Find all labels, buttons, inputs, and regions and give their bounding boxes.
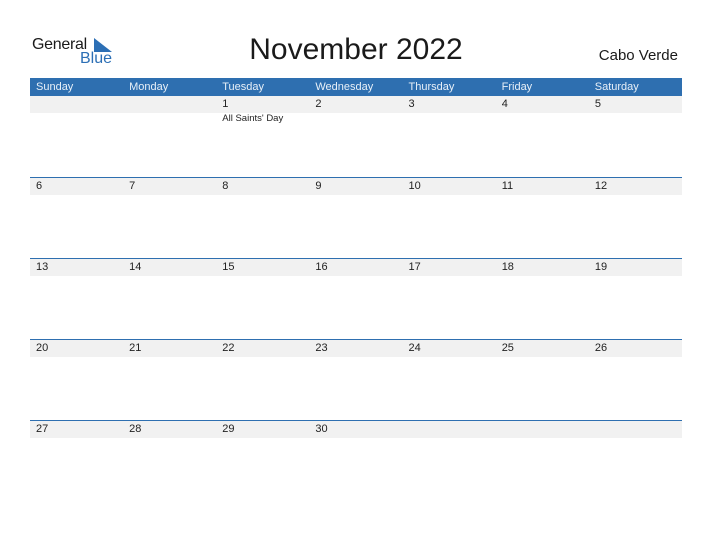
day-number: 21 — [129, 342, 142, 354]
day-cell — [403, 421, 496, 502]
day-number: 26 — [594, 342, 608, 354]
day-cell: 9 — [309, 178, 402, 259]
week-row: 27 28 29 30 — [30, 420, 682, 502]
day-number: 3 — [408, 98, 415, 110]
day-number: 12 — [594, 180, 608, 192]
day-cell: 15 — [216, 259, 309, 340]
weekday-wednesday: Wednesday — [315, 81, 374, 93]
day-cell — [496, 421, 589, 502]
day-cell: 29 — [216, 421, 309, 502]
day-number: 7 — [129, 180, 136, 192]
day-cell: 25 — [496, 340, 589, 421]
week-row: 6 7 8 9 10 11 12 — [30, 177, 682, 259]
day-cell: 5 — [589, 96, 682, 177]
day-cell: 7 — [123, 178, 216, 259]
day-number — [129, 96, 216, 113]
day-number — [502, 421, 589, 438]
day-number: 22 — [222, 342, 235, 354]
holiday-label: All Saints' Day — [222, 113, 284, 124]
day-number: 4 — [501, 98, 508, 110]
day-cell: 6 — [30, 178, 123, 259]
country-label: Cabo Verde — [598, 47, 678, 64]
weekday-header: Sunday Monday Tuesday Wednesday Thursday… — [30, 78, 682, 96]
day-cell: 20 — [30, 340, 123, 421]
day-number: 1 — [222, 98, 229, 110]
day-cell: 11 — [496, 178, 589, 259]
week-row: 1 All Saints' Day 2 3 4 5 — [30, 96, 682, 177]
day-number: 6 — [36, 180, 43, 192]
day-cell: 21 — [123, 340, 216, 421]
day-cell: 10 — [403, 178, 496, 259]
day-cell: 2 — [309, 96, 402, 177]
day-number: 8 — [222, 180, 229, 192]
weekday-friday: Friday — [501, 81, 533, 93]
day-number: 29 — [222, 423, 235, 435]
day-number — [595, 421, 682, 438]
day-cell: 17 — [403, 259, 496, 340]
day-cell — [30, 96, 123, 177]
day-number: 30 — [315, 423, 328, 435]
weekday-saturday: Saturday — [594, 81, 639, 93]
day-cell: 14 — [123, 259, 216, 340]
day-cell: 22 — [216, 340, 309, 421]
day-cell: 30 — [309, 421, 402, 502]
day-number: 18 — [501, 261, 514, 273]
day-cell: 19 — [589, 259, 682, 340]
day-number: 20 — [36, 342, 49, 354]
day-number: 27 — [36, 423, 49, 435]
day-number: 11 — [501, 180, 514, 192]
day-cell: 16 — [309, 259, 402, 340]
day-cell: 4 — [496, 96, 589, 177]
day-cell: 3 — [403, 96, 496, 177]
day-number: 9 — [315, 180, 322, 192]
weekday-tuesday: Tuesday — [222, 81, 265, 93]
day-number: 13 — [36, 261, 49, 273]
week-row: 13 14 15 16 17 18 19 — [30, 258, 682, 340]
day-cell: 28 — [123, 421, 216, 502]
day-number — [409, 421, 496, 438]
day-number: 2 — [315, 98, 322, 110]
day-number: 28 — [129, 423, 142, 435]
day-number: 25 — [501, 342, 514, 354]
day-number: 16 — [315, 261, 328, 273]
day-cell: 1 All Saints' Day — [216, 96, 309, 177]
day-number: 24 — [408, 342, 421, 354]
day-cell — [123, 96, 216, 177]
day-number: 10 — [408, 180, 421, 192]
weekday-sunday: Sunday — [36, 81, 74, 93]
day-cell — [589, 421, 682, 502]
day-cell: 18 — [496, 259, 589, 340]
day-cell: 27 — [30, 421, 123, 502]
weekday-thursday: Thursday — [408, 81, 455, 93]
day-number: 5 — [594, 98, 601, 110]
day-cell: 13 — [30, 259, 123, 340]
day-number: 23 — [315, 342, 328, 354]
day-number: 15 — [222, 261, 235, 273]
day-cell: 24 — [403, 340, 496, 421]
day-number: 19 — [594, 261, 608, 273]
weekday-monday: Monday — [129, 81, 169, 93]
day-number: 14 — [129, 261, 142, 273]
day-cell: 23 — [309, 340, 402, 421]
day-cell: 8 — [216, 178, 309, 259]
day-number: 17 — [408, 261, 421, 273]
day-number — [36, 96, 123, 113]
week-row: 20 21 22 23 24 25 26 — [30, 339, 682, 421]
day-cell: 12 — [589, 178, 682, 259]
day-cell: 26 — [589, 340, 682, 421]
